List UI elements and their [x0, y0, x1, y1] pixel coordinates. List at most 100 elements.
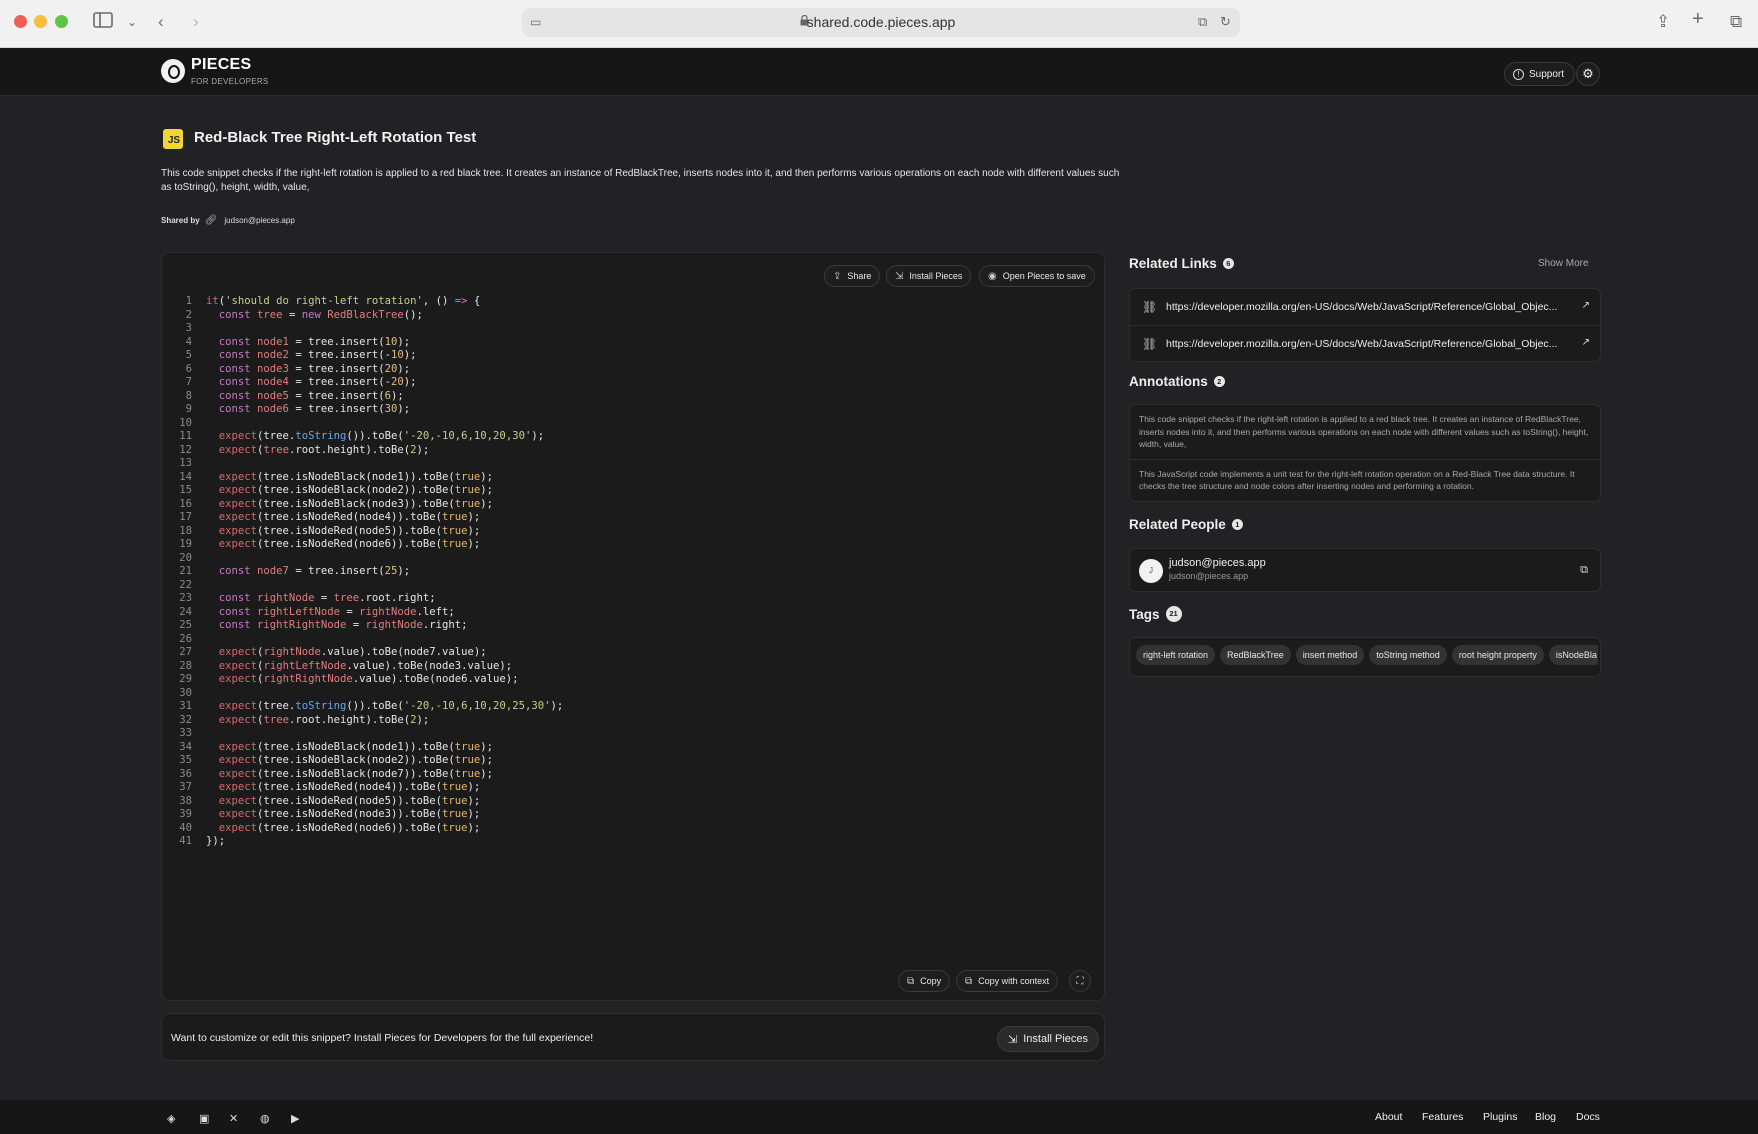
linkedin-icon[interactable]: ▣ [199, 1112, 209, 1125]
copy-with-context-button[interactable]: ⧉ Copy with context [956, 970, 1059, 992]
copy-button[interactable]: ⧉ Copy [898, 970, 951, 992]
code-line: 15 expect(tree.isNodeBlack(node2)).toBe(… [172, 484, 563, 498]
line-number: 1 [185, 295, 192, 307]
code-line: 17 expect(tree.isNodeRed(node4)).toBe(tr… [172, 511, 563, 525]
code-text: const node1 = tree.insert(10); [218, 335, 411, 348]
code-line: 23 const rightNode = tree.root.right; [172, 592, 563, 606]
minimize-window-button[interactable] [34, 15, 47, 28]
external-link-icon[interactable]: ↗ [1582, 300, 1590, 311]
footer-link-docs[interactable]: Docs [1576, 1111, 1600, 1123]
chevron-down-icon[interactable]: ⌄ [127, 12, 137, 32]
code-text: expect(tree.isNodeRed(node3)).toBe(true)… [218, 808, 481, 820]
share-icon[interactable]: ⇪ [1656, 12, 1670, 32]
code-panel: ⇪ Share ⇲ Install Pieces ◉ Open Pieces t… [161, 252, 1105, 1001]
line-number: 10 [179, 416, 192, 429]
code-text: expect(tree.root.height).toBe(2); [218, 713, 430, 726]
support-label: Support [1529, 68, 1565, 80]
line-number: 25 [179, 619, 192, 631]
tag-chip[interactable]: RedBlackTree [1220, 645, 1291, 665]
address-bar[interactable]: ▭ shared.code.pieces.app ⧉ ↻ [522, 8, 1240, 37]
code-block[interactable]: 1 it('should do right-left rotation', () … [172, 295, 563, 849]
code-line: 12 expect(tree.root.height).toBe(2); [172, 444, 563, 458]
tags-label: Tags [1129, 606, 1160, 622]
copy-icon[interactable]: ⧉ [1580, 564, 1588, 577]
copy-icon: ⧉ [907, 975, 915, 987]
code-line: 39 expect(tree.isNodeRed(node3)).toBe(tr… [172, 808, 563, 822]
code-line: 13 [172, 457, 563, 471]
pieces-logo-icon[interactable] [161, 59, 185, 83]
tag-chip[interactable]: root height property [1451, 645, 1544, 665]
line-number: 16 [179, 497, 192, 510]
tag-chip[interactable]: right-left rotation [1136, 645, 1216, 665]
external-link-icon[interactable]: ↗ [1582, 337, 1590, 348]
tab-overview-icon[interactable]: ⧉ [1198, 12, 1207, 32]
back-icon[interactable]: ‹ [158, 12, 164, 32]
tag-chip[interactable]: toString method [1369, 645, 1447, 665]
line-number: 38 [179, 794, 192, 807]
tabs-icon[interactable]: ⧉ [1730, 12, 1742, 32]
code-line: 6 const node3 = tree.insert(20); [172, 363, 563, 377]
related-link-item[interactable]: ⛓ https://developer.mozilla.org/en-US/do… [1130, 325, 1600, 361]
tag-chip[interactable]: isNodeBla [1548, 645, 1598, 665]
line-number: 12 [179, 443, 192, 456]
line-number: 36 [179, 767, 192, 780]
tags-card: right-left rotation RedBlackTree insert me… [1129, 637, 1601, 677]
line-number: 8 [185, 389, 192, 402]
footer-link-features[interactable]: Features [1422, 1111, 1463, 1123]
line-number: 24 [179, 605, 192, 618]
line-number: 14 [179, 470, 192, 483]
code-text: it('should do right-left rotation', () =… [206, 295, 481, 307]
sidebar-toggle-icon[interactable] [93, 12, 113, 33]
code-text: expect(tree.isNodeBlack(node2)).toBe(tru… [218, 484, 494, 496]
reload-icon[interactable]: ↻ [1220, 12, 1231, 32]
code-line: 26 [172, 633, 563, 647]
link-icon: ⛓ [1142, 336, 1158, 351]
person-name: judson@pieces.app [1169, 557, 1266, 569]
install-banner: Want to customize or edit this snippet? … [161, 1013, 1105, 1061]
code-text: expect(tree.isNodeRed(node4)).toBe(true)… [218, 511, 481, 523]
line-number: 19 [179, 538, 192, 550]
footer-link-blog[interactable]: Blog [1535, 1111, 1556, 1123]
x-twitter-icon[interactable]: ✕ [229, 1112, 238, 1125]
person-card[interactable]: J judson@pieces.app judson@pieces.app ⧉ [1129, 548, 1601, 592]
code-line: 2 const tree = new RedBlackTree(); [172, 309, 563, 323]
footer-link-plugins[interactable]: Plugins [1483, 1111, 1517, 1123]
line-number: 31 [179, 700, 192, 712]
related-link-item[interactable]: ⛓ https://developer.mozilla.org/en-US/do… [1130, 289, 1600, 325]
share-button[interactable]: ⇪ Share [824, 265, 881, 287]
show-more-link[interactable]: Show More [1538, 258, 1589, 269]
line-number: 3 [185, 322, 192, 334]
tag-chip[interactable]: insert method [1295, 645, 1365, 665]
brand-subtitle: FOR DEVELOPERS [191, 77, 269, 86]
footer-link-about[interactable]: About [1375, 1111, 1402, 1123]
pieces-icon: ◉ [988, 270, 997, 282]
settings-button[interactable]: ⚙ [1576, 62, 1600, 86]
brand-name[interactable]: PIECES [191, 56, 252, 74]
code-text: const node7 = tree.insert(25); [218, 565, 411, 577]
paperclip-icon: 🔗︎ [204, 215, 218, 226]
open-pieces-button[interactable]: ◉ Open Pieces to save [979, 265, 1095, 287]
github-icon[interactable]: ◍ [260, 1112, 270, 1125]
copy-label: Copy [920, 976, 942, 986]
support-button[interactable]: ! Support [1504, 62, 1576, 86]
code-line: 30 [172, 687, 563, 701]
related-link-url[interactable]: https://developer.mozilla.org/en-US/docs… [1166, 301, 1557, 313]
related-link-url[interactable]: https://developer.mozilla.org/en-US/docs… [1166, 338, 1557, 350]
install-pieces-button[interactable]: ⇲ Install Pieces [886, 265, 972, 287]
new-tab-icon[interactable]: + [1692, 9, 1704, 29]
line-number: 9 [185, 403, 192, 415]
shared-by-email[interactable]: judson@pieces.app [224, 216, 294, 225]
line-number: 34 [179, 740, 192, 753]
fullscreen-button[interactable]: ⛶ [1069, 970, 1091, 992]
youtube-icon[interactable]: ▶ [291, 1112, 299, 1125]
close-window-button[interactable] [14, 15, 27, 28]
maximize-window-button[interactable] [55, 15, 68, 28]
gear-icon: ⚙ [1582, 66, 1594, 81]
shared-by: Shared by 🔗︎ judson@pieces.app [161, 215, 295, 226]
install-pieces-banner-button[interactable]: ⇲ Install Pieces [997, 1026, 1100, 1052]
line-number: 18 [179, 524, 192, 537]
annotation-item: This JavaScript code implements a unit t… [1130, 458, 1600, 501]
forward-icon[interactable]: › [193, 12, 199, 32]
discord-icon[interactable]: ◈ [167, 1112, 175, 1125]
line-number: 23 [179, 592, 192, 604]
